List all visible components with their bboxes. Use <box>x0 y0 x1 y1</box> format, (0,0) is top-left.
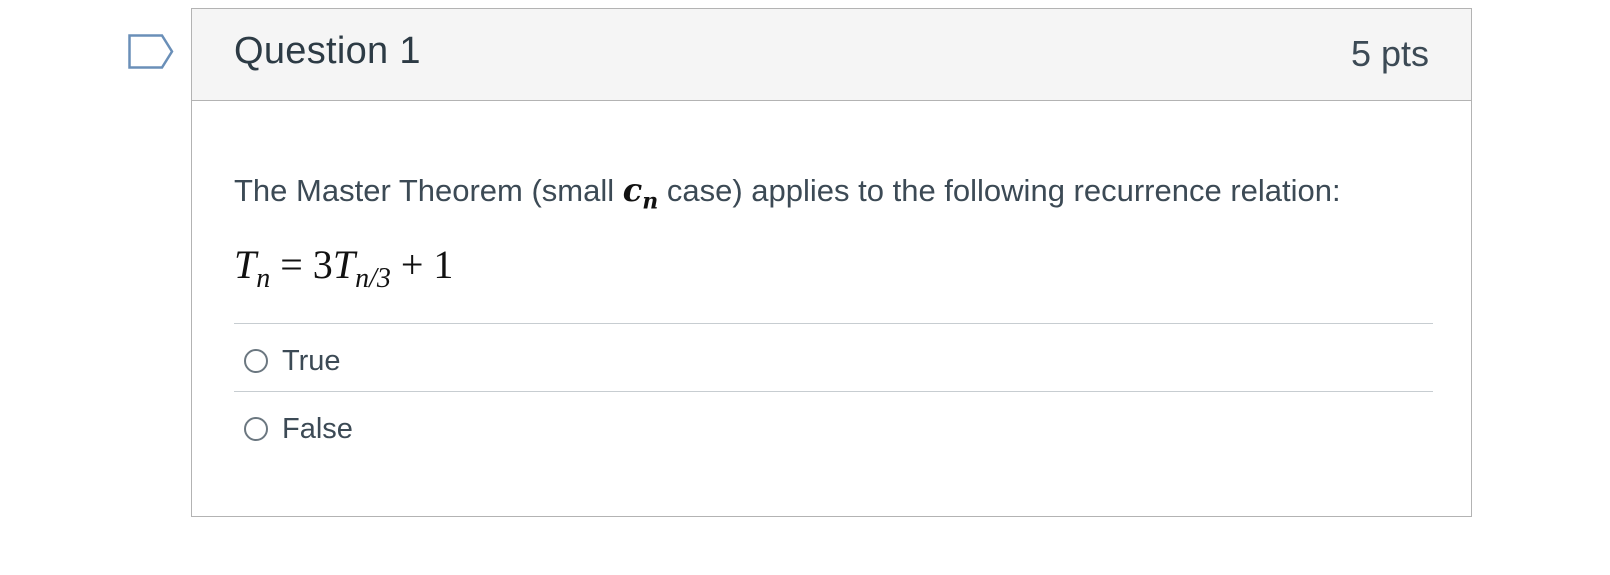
equation-lhs-base: T <box>234 242 257 287</box>
answer-option-true[interactable]: True <box>234 326 1433 396</box>
question-text-after: case) applies to the following recurrenc… <box>658 173 1341 208</box>
equation-rhs-base: T <box>332 242 356 287</box>
equation-rhs-sub: n/3 <box>355 263 391 294</box>
answer-label: False <box>282 412 353 445</box>
question-header: Question 1 5 pts <box>192 9 1471 101</box>
equation-rest: + 1 <box>390 242 454 287</box>
answer-label: True <box>282 344 341 377</box>
answers-divider <box>234 323 1433 324</box>
radio-button[interactable] <box>244 417 268 441</box>
inline-math-base: c <box>622 171 643 209</box>
question-text-before: The Master Theorem (small <box>234 173 623 208</box>
question-card: Question 1 5 pts The Master Theorem (sma… <box>191 8 1472 517</box>
inline-math-sub: n <box>642 188 659 215</box>
answer-option-false[interactable]: False <box>234 394 1433 464</box>
flag-question-icon[interactable] <box>128 34 174 70</box>
question-text: The Master Theorem (small cn case) appli… <box>234 171 1341 214</box>
question-title: Question 1 <box>234 30 421 72</box>
answer-divider <box>234 391 1433 392</box>
question-points: 5 pts <box>1350 33 1429 74</box>
radio-button[interactable] <box>244 349 268 373</box>
inline-math: cn <box>622 171 658 214</box>
recurrence-equation: Tn = 3Tn/3 + 1 <box>234 241 453 295</box>
equation-lhs-sub: n <box>256 263 271 294</box>
equation-equals: = 3 <box>270 242 333 287</box>
